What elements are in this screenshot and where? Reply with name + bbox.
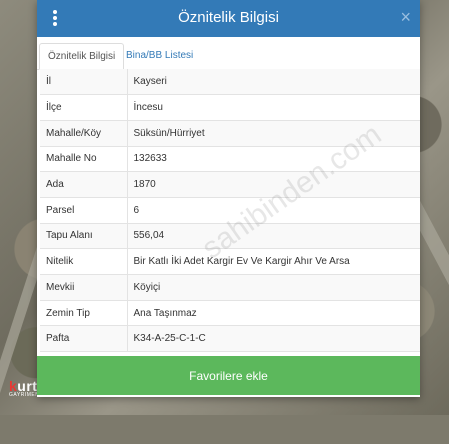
table-row: Zemin Tip Ana Taşınmaz xyxy=(40,300,420,327)
table-row: Tapu Alanı 556,04 xyxy=(40,223,420,250)
close-icon[interactable]: × xyxy=(400,7,411,27)
attribute-key: Zemin Tip xyxy=(40,300,128,327)
dialog-title: Öznitelik Bilgisi xyxy=(178,9,279,26)
attribute-value: Süksün/Hürriyet xyxy=(127,120,420,147)
table-row: Nitelik Bir Katlı İki Adet Kargir Ev Ve K… xyxy=(40,248,420,275)
attribute-key: Pafta xyxy=(40,325,128,353)
attribute-value: 132633 xyxy=(127,146,420,173)
attribute-value: Ana Taşınmaz xyxy=(127,300,420,327)
attribute-value: Bir Katlı İki Adet Kargir Ev Ve Kargir A… xyxy=(127,248,420,275)
table-row: İlçe İncesu xyxy=(40,94,420,121)
dialog-header: Öznitelik Bilgisi × xyxy=(37,0,420,37)
attribute-key: Mevkii xyxy=(40,274,128,301)
table-row: Mahalle No 132633 xyxy=(40,146,420,173)
attribute-value: Köyiçi xyxy=(127,274,420,301)
table-row: Parsel 6 xyxy=(40,197,420,224)
table-row: İl Kayseri xyxy=(40,69,420,96)
tab-building-list[interactable]: Bina/BB Listesi xyxy=(118,43,201,69)
attribute-key: Ada xyxy=(40,171,128,198)
table-row: Mahalle/Köy Süksün/Hürriyet xyxy=(40,120,420,147)
attribute-value: İncesu xyxy=(127,94,420,121)
attribute-key: Mahalle/Köy xyxy=(40,120,128,147)
table-row: Pafta K34-A-25-C-1-C xyxy=(40,325,420,353)
attribute-table: İl Kayseri İlçe İncesu Mahalle/Köy Süksün/H… xyxy=(40,69,420,353)
attribute-value: 6 xyxy=(127,197,420,224)
attribute-value: 1870 xyxy=(127,171,420,198)
table-row: Ada 1870 xyxy=(40,171,420,198)
add-favorite-button[interactable]: Favorilere ekle xyxy=(37,356,420,395)
attribute-key: İl xyxy=(40,69,128,96)
tab-attribute-info[interactable]: Öznitelik Bilgisi xyxy=(39,43,125,70)
tab-bar: Öznitelik Bilgisi Bina/BB Listesi xyxy=(37,37,420,70)
attribute-key: Tapu Alanı xyxy=(40,223,128,250)
attribute-dialog: Öznitelik Bilgisi × Öznitelik Bilgisi Bi… xyxy=(37,0,420,397)
table-row: Mevkii Köyiçi xyxy=(40,274,420,301)
attribute-value: Kayseri xyxy=(127,69,420,96)
attribute-key: İlçe xyxy=(40,94,128,121)
attribute-value: K34-A-25-C-1-C xyxy=(127,325,420,353)
attribute-key: Mahalle No xyxy=(40,146,128,173)
attribute-key: Nitelik xyxy=(40,248,128,275)
attribute-key: Parsel xyxy=(40,197,128,224)
attribute-value: 556,04 xyxy=(127,223,420,250)
